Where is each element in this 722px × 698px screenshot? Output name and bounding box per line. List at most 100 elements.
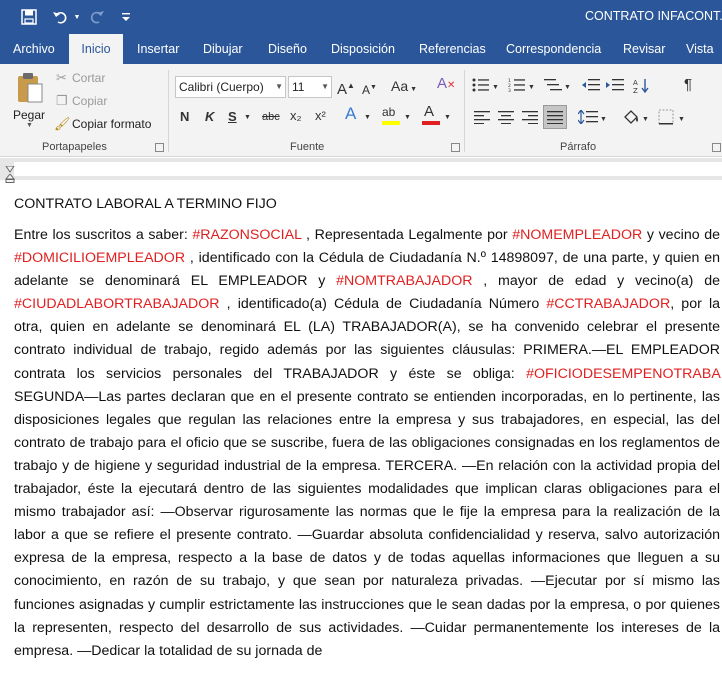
underline-button[interactable]: S	[228, 109, 237, 125]
line-spacing-icon[interactable]	[577, 109, 598, 128]
format-painter-button[interactable]: 🖌 Copiar formato	[54, 116, 158, 134]
clipboard-group-label: Portapapeles	[42, 141, 107, 153]
chevron-down-icon[interactable]: ▼	[444, 110, 451, 126]
chevron-down-icon[interactable]: ▼	[492, 80, 499, 96]
body-text: , identificado(a) Cédula de Ciudadanía N…	[219, 296, 547, 313]
superscript-button[interactable]: x²	[315, 108, 326, 124]
sort-icon[interactable]: AZ	[633, 78, 651, 98]
chevron-down-icon[interactable]: ▼	[678, 112, 685, 128]
tab-diseno[interactable]: Diseño	[258, 34, 317, 64]
justify-icon	[547, 110, 563, 128]
brush-icon: 🖌	[54, 116, 71, 131]
document-page[interactable]: CONTRATO LABORAL A TERMINO FIJO Entre lo…	[14, 196, 720, 663]
body-text: , mayor de edad y vecino(a) de	[472, 273, 720, 290]
grow-font-icon[interactable]: A▲	[337, 78, 355, 98]
first-line-indent-marker[interactable]	[5, 161, 15, 173]
tab-archivo[interactable]: Archivo	[3, 34, 65, 64]
shading-icon[interactable]	[622, 108, 640, 130]
increase-indent-icon[interactable]	[606, 78, 624, 96]
font-family-select[interactable]: Calibri (Cuerpo) ▼	[175, 76, 286, 98]
font-family-value: Calibri (Cuerpo)	[179, 80, 264, 94]
merge-field-placeholder: #DOMICILIOEMPLEADOR	[14, 250, 186, 267]
tab-correspondencia[interactable]: Correspondencia	[496, 34, 611, 64]
customize-icon[interactable]	[118, 0, 134, 34]
paste-button[interactable]: Pegar ▼	[10, 68, 50, 130]
font-group-label: Fuente	[290, 141, 325, 153]
bold-button[interactable]: N	[180, 109, 189, 125]
shrink-font-icon[interactable]: A▼	[362, 80, 377, 98]
merge-field-placeholder: #OFICIODESEMPENOTRABA	[526, 365, 720, 382]
italic-button[interactable]: K	[205, 109, 214, 125]
change-case-label: Aa	[391, 78, 409, 94]
tab-dibujar[interactable]: Dibujar	[193, 34, 253, 64]
tab-vista[interactable]: Vista	[676, 34, 722, 64]
body-text: SEGUNDA—Las partes declaran que en el pr…	[14, 388, 720, 659]
align-left-icon[interactable]	[474, 110, 490, 128]
merge-field-placeholder: #RAZONSOCIAL	[192, 227, 302, 243]
chevron-down-icon[interactable]: ▼	[528, 80, 535, 96]
chevron-down-icon[interactable]: ▼	[642, 112, 649, 128]
svg-text:3: 3	[508, 88, 511, 92]
tab-insertar[interactable]: Insertar	[127, 34, 189, 64]
justify-button[interactable]	[543, 105, 567, 129]
change-case-button[interactable]: Aa ▼	[391, 78, 417, 98]
tab-referencias[interactable]: Referencias	[409, 34, 496, 64]
chevron-down-icon[interactable]: ▼	[564, 80, 571, 96]
decrease-indent-icon[interactable]	[582, 78, 600, 96]
highlight-button[interactable]: ab	[380, 104, 402, 128]
multilevel-list-icon[interactable]	[544, 78, 562, 96]
font-color-button[interactable]: A	[420, 104, 442, 128]
text-effects-icon[interactable]: A	[345, 105, 356, 122]
font-color-swatch	[422, 121, 440, 125]
chevron-down-icon[interactable]: ▼	[364, 110, 371, 126]
paste-icon	[16, 72, 44, 109]
undo-icon[interactable]	[48, 0, 72, 34]
svg-text:Z: Z	[633, 87, 638, 94]
cut-button[interactable]: ✂ Cortar	[54, 70, 110, 88]
document-heading: CONTRATO LABORAL A TERMINO FIJO	[14, 196, 277, 212]
tab-inicio[interactable]: Inicio	[69, 34, 123, 64]
align-center-icon[interactable]	[498, 110, 514, 128]
chevron-down-icon: ▼	[321, 82, 329, 91]
document-body: Entre los suscritos a saber: #RAZONSOCIA…	[14, 224, 720, 663]
format-painter-label: Copiar formato	[72, 117, 152, 131]
ribbon-tabs: Archivo Inicio Insertar Dibujar Diseño D…	[0, 34, 722, 64]
numbering-icon[interactable]: 123	[508, 78, 526, 96]
borders-icon[interactable]	[658, 109, 674, 129]
paragraph-launcher-icon[interactable]	[712, 143, 721, 152]
ruler-area	[14, 162, 722, 176]
font-launcher-icon[interactable]	[451, 143, 460, 152]
chevron-down-icon: ▼	[26, 122, 33, 129]
subscript-button[interactable]: x₂	[290, 108, 302, 124]
divider	[168, 70, 169, 152]
merge-field-placeholder: #NOMEMPLEADOR	[512, 227, 643, 243]
clear-format-icon[interactable]: A✕	[437, 76, 455, 94]
show-formatting-icon[interactable]: ¶	[684, 77, 692, 93]
align-right-icon[interactable]	[522, 110, 538, 128]
copy-label: Copiar	[72, 94, 108, 108]
merge-field-placeholder: #CIUDADLABORTRABAJADOR	[14, 296, 220, 313]
copy-button[interactable]: ❐ Copiar	[54, 93, 110, 111]
copy-icon: ❐	[56, 93, 68, 108]
title-bar: ▼ CONTRATO INFACONT.do	[0, 0, 722, 34]
tab-disposicion[interactable]: Disposición	[321, 34, 405, 64]
save-icon[interactable]	[16, 0, 42, 34]
highlight-swatch	[382, 121, 400, 125]
body-text: , Representada Legalmente por	[301, 227, 513, 243]
chevron-down-icon: ▼	[275, 82, 283, 91]
divider	[464, 70, 465, 152]
tab-revisar[interactable]: Revisar	[613, 34, 675, 64]
window-title: CONTRATO INFACONT.do	[585, 9, 722, 23]
bullets-icon[interactable]	[472, 78, 490, 96]
chevron-down-icon[interactable]: ▼	[404, 110, 411, 126]
redo-icon[interactable]	[86, 0, 108, 34]
hanging-indent-marker[interactable]	[4, 170, 16, 183]
strikethrough-button[interactable]: abc	[262, 109, 280, 125]
font-size-select[interactable]: 11 ▼	[288, 76, 332, 98]
undo-dropdown-icon[interactable]: ▼	[72, 0, 82, 34]
clipboard-launcher-icon[interactable]	[155, 143, 164, 152]
merge-field-placeholder: #NOMTRABAJADOR	[336, 273, 473, 290]
chevron-down-icon[interactable]: ▼	[244, 110, 251, 126]
chevron-down-icon[interactable]: ▼	[600, 112, 607, 128]
paragraph-group-label: Párrafo	[560, 141, 597, 153]
